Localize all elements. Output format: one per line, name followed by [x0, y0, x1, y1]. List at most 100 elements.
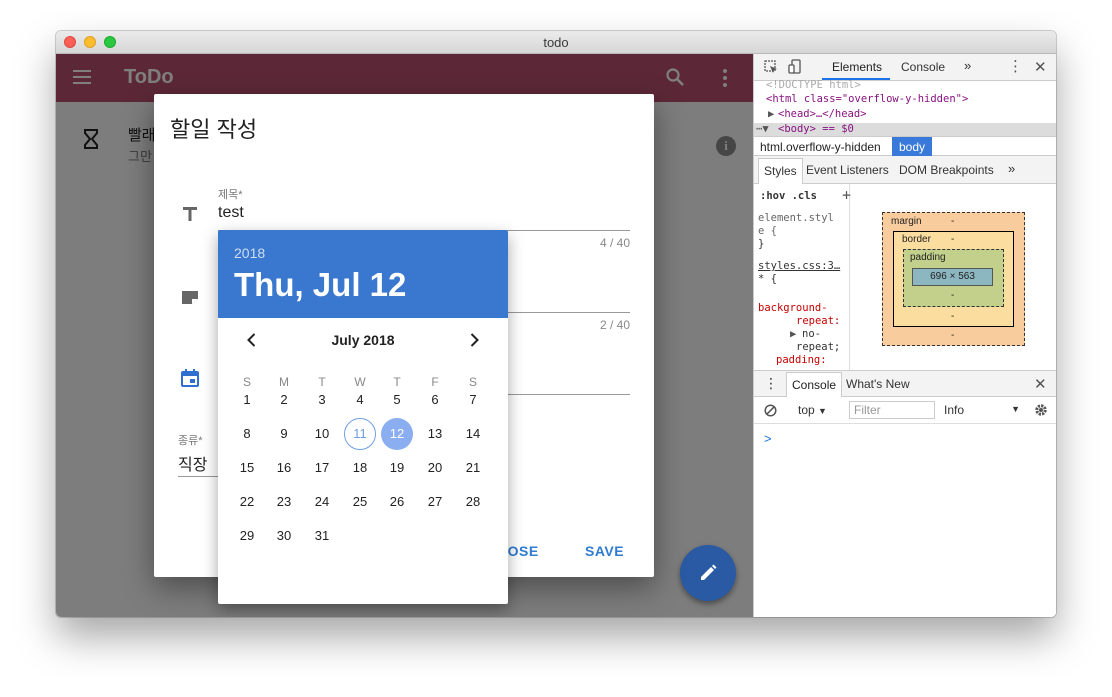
dom-doctype[interactable]: <!DOCTYPE html>: [766, 79, 861, 91]
pencil-icon: [701, 564, 717, 580]
breadcrumb-html[interactable]: html.overflow-y-hidden: [760, 140, 881, 154]
console-toolbar: top ▼ Filter Info ▼: [754, 397, 1056, 424]
calendar-day[interactable]: 18: [344, 452, 376, 484]
calendar-day[interactable]: 2: [268, 384, 300, 416]
breadcrumb: html.overflow-y-hidden body: [754, 136, 1056, 156]
type-select[interactable]: 직장: [178, 451, 207, 475]
box-model-margin: margin - - border - - padding - 696 × 56…: [882, 212, 1025, 346]
more-subtabs-icon[interactable]: »: [1008, 161, 1015, 176]
picker-selected-date: Thu, Jul 12: [234, 266, 407, 303]
calendar-day[interactable]: 13: [419, 418, 451, 450]
devtools-close-icon[interactable]: ✕: [1034, 58, 1047, 76]
breadcrumb-body[interactable]: body: [892, 137, 933, 156]
clear-console-icon[interactable]: [764, 404, 777, 417]
calendar-day[interactable]: 6: [419, 384, 451, 416]
window-minimize-button[interactable]: [84, 36, 96, 48]
tab-dom-breakpoints[interactable]: DOM Breakpoints: [899, 163, 994, 177]
picker-year[interactable]: 2018: [234, 245, 265, 261]
style-prop-line1[interactable]: background-: [758, 302, 828, 314]
title-input[interactable]: test: [218, 204, 244, 222]
log-level-value: Info: [944, 403, 965, 417]
gear-icon[interactable]: [1034, 403, 1048, 417]
dropdown-arrow-icon: ▼: [1011, 404, 1020, 414]
box-model-content[interactable]: 696 × 563: [912, 268, 993, 286]
tab-styles[interactable]: Styles: [758, 158, 803, 184]
more-tabs-icon[interactable]: »: [964, 58, 971, 73]
border-top-value[interactable]: -: [951, 234, 954, 245]
window-maximize-button[interactable]: [104, 36, 116, 48]
memo-counter: 2 / 40: [599, 318, 630, 332]
calendar-icon[interactable]: [180, 368, 200, 388]
calendar-day[interactable]: 20: [419, 452, 451, 484]
calendar-day[interactable]: 8: [231, 418, 263, 450]
calendar-day[interactable]: 9: [268, 418, 300, 450]
calendar-day[interactable]: 26: [381, 486, 413, 518]
calendar-day[interactable]: 15: [231, 452, 263, 484]
calendar-day[interactable]: 23: [268, 486, 300, 518]
add-rule-icon[interactable]: +: [842, 186, 851, 204]
calendar-day[interactable]: 29: [231, 520, 263, 552]
calendar-day[interactable]: 24: [306, 486, 338, 518]
style-prop-padding[interactable]: padding:: [776, 354, 827, 366]
drawer-tab-console[interactable]: Console: [786, 372, 843, 397]
dom-head-node[interactable]: <head>…</head>: [778, 108, 867, 120]
drawer-tab-whats-new[interactable]: What's New: [846, 377, 910, 391]
border-bottom-value[interactable]: -: [951, 311, 954, 322]
calendar-day[interactable]: 7: [457, 384, 489, 416]
date-picker-header: 2018 Thu, Jul 12: [218, 230, 508, 318]
tab-elements[interactable]: Elements: [832, 60, 882, 74]
calendar-day[interactable]: 30: [268, 520, 300, 552]
edit-fab-button[interactable]: [680, 545, 736, 601]
calendar-day[interactable]: 1: [231, 384, 263, 416]
calendar-day[interactable]: 25: [344, 486, 376, 518]
drawer-menu-icon[interactable]: ⋮: [764, 375, 778, 392]
padding-bottom-value[interactable]: -: [951, 290, 954, 301]
dom-tree: <!DOCTYPE html> <html class="overflow-y-…: [754, 79, 1056, 141]
inspect-element-icon[interactable]: [764, 60, 778, 74]
console-filter-input[interactable]: Filter: [849, 401, 935, 419]
context-select[interactable]: top ▼: [798, 403, 827, 417]
calendar-day[interactable]: 28: [457, 486, 489, 518]
tab-console[interactable]: Console: [901, 60, 945, 74]
window-title: todo: [543, 35, 569, 50]
calendar-day[interactable]: 31: [306, 520, 338, 552]
style-value-line2: repeat;: [796, 341, 841, 353]
window-close-button[interactable]: [64, 36, 76, 48]
calendar-day[interactable]: 21: [457, 452, 489, 484]
save-button[interactable]: SAVE: [585, 543, 624, 559]
calendar-day[interactable]: 10: [306, 418, 338, 450]
styles-pane: :hov .cls + element.styl e { } styles.cs…: [754, 184, 851, 370]
calendar-day[interactable]: 19: [381, 452, 413, 484]
drawer-tabbar: ⋮ Console What's New ✕: [754, 371, 1056, 397]
context-select-value: top: [798, 403, 815, 417]
margin-top-value[interactable]: -: [951, 216, 954, 227]
dom-collapse-body-icon[interactable]: ⋯▼: [756, 123, 769, 135]
tab-event-listeners[interactable]: Event Listeners: [806, 163, 889, 177]
chevron-right-icon[interactable]: [464, 330, 484, 350]
devtools-menu-icon[interactable]: ⋮: [1008, 57, 1023, 75]
drawer-close-icon[interactable]: ✕: [1034, 375, 1047, 393]
calendar-day[interactable]: 5: [381, 384, 413, 416]
dom-body-node[interactable]: <body> == $0: [778, 123, 854, 135]
styles-filter-toggles[interactable]: :hov .cls: [760, 190, 817, 202]
calendar-day[interactable]: 4: [344, 384, 376, 416]
calendar-day[interactable]: 17: [306, 452, 338, 484]
calendar-day[interactable]: 22: [231, 486, 263, 518]
calendar-day[interactable]: 14: [457, 418, 489, 450]
log-level-select[interactable]: Info ▼: [944, 403, 1020, 417]
stylesheet-link[interactable]: styles.css:3…: [758, 260, 840, 272]
calendar-day[interactable]: 3: [306, 384, 338, 416]
dom-expand-head-icon[interactable]: ▶: [768, 108, 774, 120]
calendar-day[interactable]: 27: [419, 486, 451, 518]
calendar-day[interactable]: 11: [344, 418, 376, 450]
dom-html-node[interactable]: <html class="overflow-y-hidden">: [766, 93, 968, 105]
margin-bottom-value[interactable]: -: [951, 330, 954, 341]
console-drawer: ⋮ Console What's New ✕ top ▼ Filter Info…: [754, 370, 1056, 617]
calendar-day[interactable]: 12: [381, 418, 413, 450]
element-style-line2: e {: [758, 225, 777, 237]
console-prompt[interactable]: >: [764, 431, 772, 446]
expand-value-icon[interactable]: ▶: [790, 328, 796, 340]
calendar-day[interactable]: 16: [268, 452, 300, 484]
window-titlebar: todo: [56, 31, 1056, 54]
device-toolbar-icon[interactable]: [788, 59, 802, 75]
